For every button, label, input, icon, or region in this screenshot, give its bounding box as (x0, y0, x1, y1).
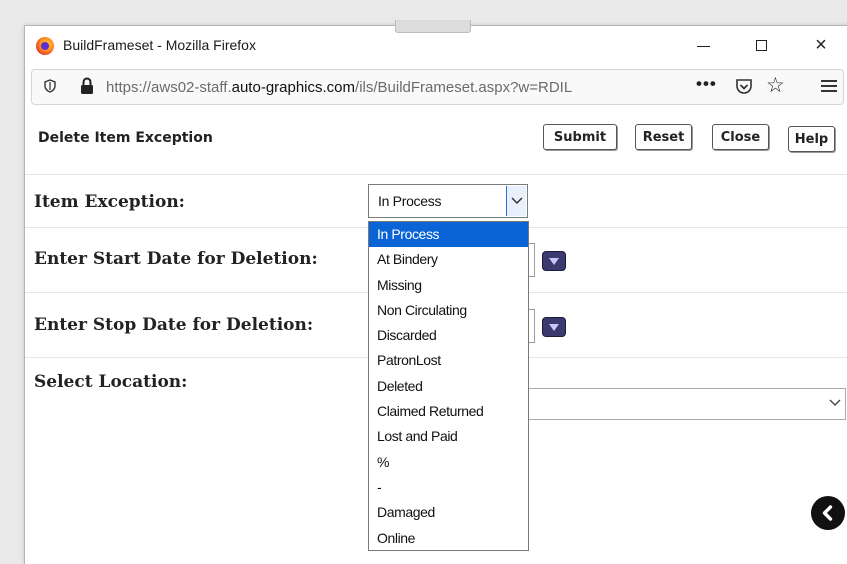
url-bar[interactable]: https://aws02-staff.auto-graphics.com/il… (31, 69, 844, 105)
dropdown-option[interactable]: Damaged (369, 500, 528, 525)
close-window-button[interactable]: × (801, 32, 841, 58)
item-exception-label: Item Exception: (34, 192, 185, 212)
shield-icon[interactable] (44, 79, 56, 93)
item-exception-dropdown-list: In Process At Bindery Missing Non Circulati… (368, 221, 529, 551)
window-drag-tab[interactable] (395, 20, 471, 33)
dropdown-option[interactable]: At Bindery (369, 247, 528, 272)
page-actions-button[interactable]: ••• (696, 74, 717, 94)
dropdown-option[interactable]: - (369, 475, 528, 500)
dropdown-option[interactable]: Claimed Returned (369, 399, 528, 424)
firefox-logo-icon (36, 37, 54, 55)
dropdown-option[interactable]: % (369, 450, 528, 475)
chevron-down-icon (829, 399, 841, 406)
hamburger-menu-icon[interactable] (821, 77, 837, 95)
browser-window: BuildFrameset - Mozilla Firefox × https:… (24, 25, 847, 564)
maximize-button[interactable] (741, 32, 781, 58)
item-exception-value: In Process (378, 193, 442, 209)
minimize-button[interactable] (683, 32, 723, 58)
chevron-down-icon[interactable] (506, 186, 526, 216)
reset-button[interactable]: Reset (635, 124, 692, 150)
dropdown-option[interactable]: Discarded (369, 323, 528, 348)
page-content: Delete Item Exception Submit Reset Close… (25, 112, 847, 564)
dropdown-option[interactable]: PatronLost (369, 348, 528, 373)
location-select[interactable] (528, 388, 846, 420)
calendar-icon[interactable] (542, 251, 566, 271)
minimize-icon (696, 45, 710, 47)
url-domain: auto-graphics.com (231, 79, 356, 96)
back-arrow-icon[interactable] (811, 496, 845, 530)
dropdown-option[interactable]: Missing (369, 273, 528, 298)
window-title: BuildFrameset - Mozilla Firefox (63, 37, 256, 53)
page-title: Delete Item Exception (38, 130, 213, 146)
divider (25, 174, 847, 175)
maximize-icon (755, 39, 767, 51)
dropdown-option[interactable]: Lost and Paid (369, 424, 528, 449)
pocket-icon[interactable] (735, 78, 753, 95)
url-prefix: https://aws02-staff. (106, 79, 232, 96)
submit-button[interactable]: Submit (543, 124, 617, 150)
dropdown-option[interactable]: Deleted (369, 374, 528, 399)
help-button[interactable]: Help (788, 126, 835, 152)
lock-icon[interactable] (80, 77, 94, 95)
item-exception-select[interactable]: In Process (368, 184, 528, 218)
url-suffix: /ils/BuildFrameset.aspx?w=RDIL (355, 79, 573, 96)
location-label: Select Location: (34, 372, 188, 392)
star-icon[interactable]: ☆ (766, 75, 785, 96)
url-text[interactable]: https://aws02-staff.auto-graphics.com/il… (106, 79, 684, 96)
stop-date-label: Enter Stop Date for Deletion: (34, 315, 314, 335)
dropdown-option[interactable]: In Process (369, 222, 528, 248)
calendar-icon[interactable] (542, 317, 566, 337)
close-button[interactable]: Close (712, 124, 769, 150)
start-date-label: Enter Start Date for Deletion: (34, 249, 318, 269)
dropdown-option[interactable]: Online (369, 526, 528, 551)
dropdown-option[interactable]: Non Circulating (369, 298, 528, 323)
